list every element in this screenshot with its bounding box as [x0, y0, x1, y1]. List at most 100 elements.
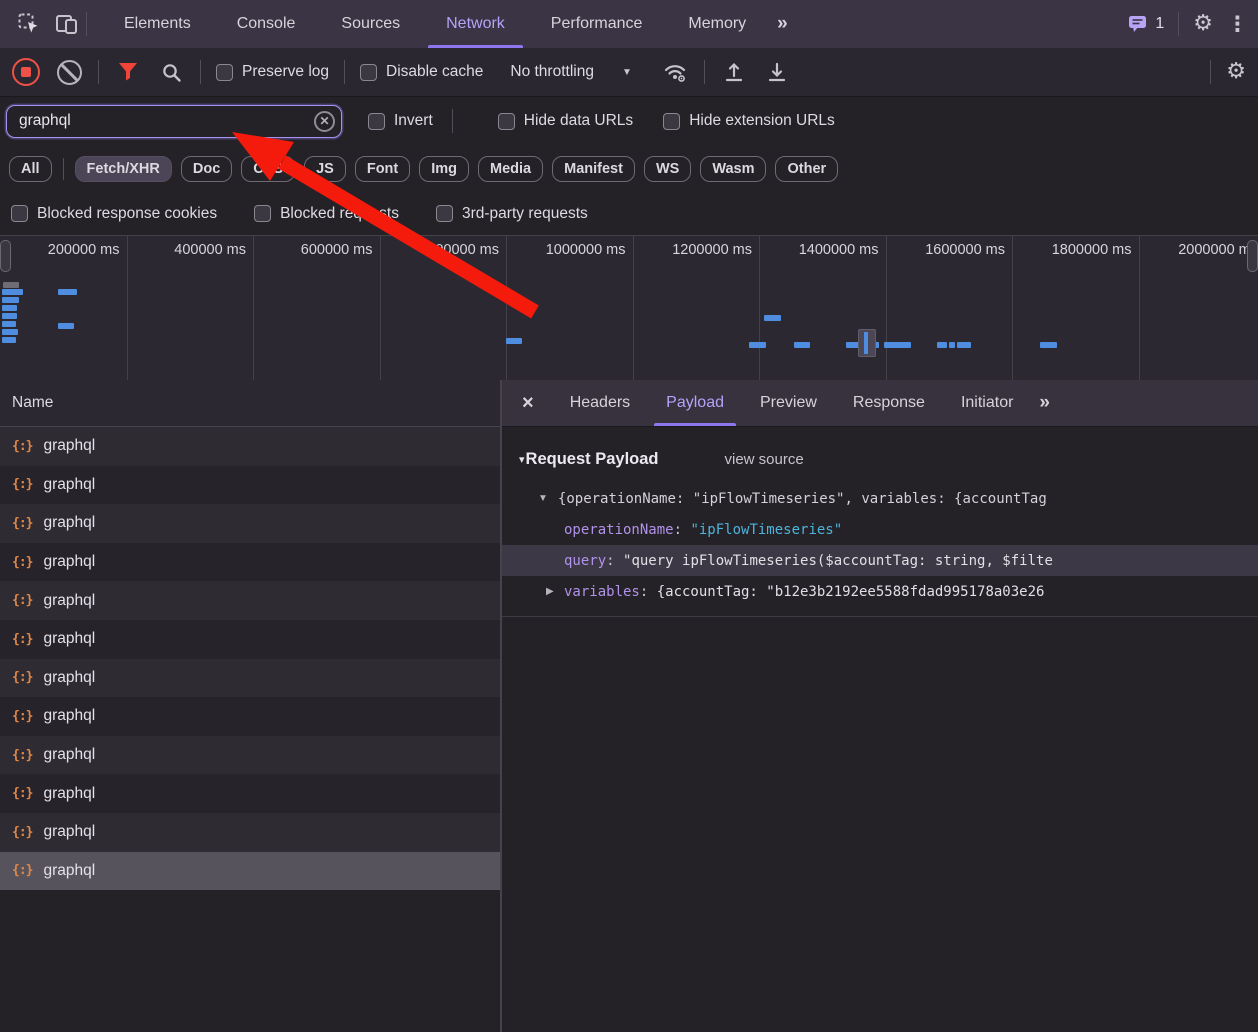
request-bar [2, 313, 17, 319]
payload-row-query[interactable]: query: "query ipFlowTimeseries($accountT… [502, 545, 1258, 576]
panel-tab-console[interactable]: Console [214, 0, 319, 48]
blocked-requests-label: Blocked requests [280, 205, 399, 223]
type-filter-font[interactable]: Font [355, 156, 410, 182]
timeline-left-handle[interactable] [0, 240, 11, 272]
payload-row-variables[interactable]: ▶variables: {accountTag: "b12e3b2192ee55… [502, 576, 1258, 607]
table-row[interactable]: {:}graphql [0, 581, 500, 620]
tab-preview[interactable]: Preview [742, 380, 835, 426]
panel-tab-elements[interactable]: Elements [101, 0, 214, 48]
throttling-select[interactable]: No throttling ▼ [510, 63, 631, 81]
device-toolbar-icon[interactable] [50, 7, 84, 41]
type-filter-img[interactable]: Img [419, 156, 469, 182]
request-name: graphql [43, 823, 95, 841]
blocked-requests-checkbox[interactable]: Blocked requests [254, 205, 399, 223]
type-filter-all[interactable]: All [9, 156, 52, 182]
payload-key: operationName [564, 522, 674, 538]
type-filter-manifest[interactable]: Manifest [552, 156, 635, 182]
table-row[interactable]: {:}graphql [0, 543, 500, 582]
type-filter-ws[interactable]: WS [644, 156, 691, 182]
clear-network-log-button[interactable] [55, 58, 83, 86]
more-detail-tabs-icon[interactable]: » [1031, 392, 1057, 414]
table-row[interactable]: {:}graphql [0, 620, 500, 659]
timeline-right-handle[interactable] [1247, 240, 1258, 272]
preserve-log-checkbox[interactable]: Preserve log [216, 63, 329, 81]
tab-payload[interactable]: Payload [648, 380, 742, 426]
import-har-icon[interactable] [720, 58, 748, 86]
panel-tab-performance[interactable]: Performance [528, 0, 666, 48]
tab-headers[interactable]: Headers [552, 380, 648, 426]
inspect-element-icon[interactable] [12, 7, 46, 41]
json-request-icon: {:} [12, 477, 32, 492]
type-filter-media[interactable]: Media [478, 156, 543, 182]
devtools-main-tabbar: ElementsConsoleSourcesNetworkPerformance… [0, 0, 1258, 49]
disable-cache-label: Disable cache [386, 63, 483, 81]
expand-triangle-icon[interactable]: ▶ [546, 586, 554, 597]
more-panels-icon[interactable]: » [769, 13, 795, 35]
hide-extension-urls-checkbox[interactable]: Hide extension URLs [663, 112, 835, 130]
filter-funnel-icon[interactable] [114, 58, 142, 86]
clear-filter-icon[interactable]: ✕ [314, 111, 335, 132]
payload-root-node[interactable]: ▼ {operationName: "ipFlowTimeseries", va… [502, 483, 1258, 514]
resource-type-filters: All Fetch/XHR Doc CSS JS Font Img Media Manifest… [0, 146, 1258, 192]
column-header-name[interactable]: Name [0, 380, 500, 427]
export-har-icon[interactable] [763, 58, 791, 86]
type-filter-doc[interactable]: Doc [181, 156, 232, 182]
3rd-party-requests-checkbox[interactable]: 3rd-party requests [436, 205, 588, 223]
close-details-icon[interactable]: × [522, 392, 534, 415]
network-settings-gear-icon[interactable]: ⚙ [1226, 61, 1246, 83]
filter-input[interactable] [17, 111, 309, 131]
settings-gear-icon[interactable]: ⚙ [1193, 13, 1213, 35]
table-row[interactable]: {:}graphql [0, 813, 500, 852]
request-bar [937, 342, 947, 348]
request-payload-section-header[interactable]: ▾ Request Payload view source [502, 444, 1258, 474]
network-overview-timeline[interactable]: 200000 ms400000 ms600000 ms800000 ms1000… [0, 235, 1258, 381]
panel-tab-sources[interactable]: Sources [318, 0, 423, 48]
timeline-column: 1200000 ms [633, 236, 761, 380]
request-bar [58, 323, 74, 329]
payload-value: "query ipFlowTimeseries($accountTag: str… [623, 553, 1053, 569]
request-bar [1040, 342, 1057, 348]
type-filter-js[interactable]: JS [304, 156, 346, 182]
requests-main-area: Name {:}graphql{:}graphql{:}graphql{:}gr… [0, 380, 1258, 1032]
request-bar [949, 342, 955, 348]
name-header-label: Name [12, 394, 53, 412]
table-row[interactable]: {:}graphql [0, 466, 500, 505]
panel-tab-network[interactable]: Network [423, 0, 528, 48]
request-bar [884, 342, 911, 348]
type-filter-fetch-xhr[interactable]: Fetch/XHR [75, 156, 172, 182]
network-conditions-icon[interactable] [661, 58, 689, 86]
request-bar [764, 315, 781, 321]
hide-extension-urls-label: Hide extension URLs [689, 112, 835, 130]
hide-data-urls-checkbox[interactable]: Hide data URLs [498, 112, 633, 130]
view-source-link[interactable]: view source [725, 451, 804, 468]
table-row[interactable]: {:}graphql [0, 852, 500, 891]
table-row[interactable]: {:}graphql [0, 504, 500, 543]
divider [704, 60, 705, 84]
disable-cache-checkbox[interactable]: Disable cache [360, 63, 483, 81]
tab-response[interactable]: Response [835, 380, 943, 426]
table-row[interactable]: {:}graphql [0, 659, 500, 698]
table-row[interactable]: {:}graphql [0, 427, 500, 466]
tab-initiator[interactable]: Initiator [943, 380, 1031, 426]
customize-menu-icon[interactable]: ⋮ [1227, 14, 1248, 35]
payload-key: query [564, 553, 606, 569]
invert-checkbox[interactable]: Invert [368, 112, 433, 130]
issues-button[interactable]: 1 [1128, 15, 1164, 33]
table-row[interactable]: {:}graphql [0, 774, 500, 813]
type-filter-other[interactable]: Other [775, 156, 838, 182]
colon: : [674, 522, 691, 538]
search-icon[interactable] [157, 58, 185, 86]
type-filter-wasm[interactable]: Wasm [700, 156, 766, 182]
record-network-log-button[interactable] [12, 58, 40, 86]
request-bar [794, 342, 810, 348]
table-row[interactable]: {:}graphql [0, 736, 500, 775]
payload-row-operationname[interactable]: operationName: "ipFlowTimeseries" [502, 514, 1258, 545]
type-filter-css[interactable]: CSS [241, 156, 295, 182]
request-bar [957, 342, 971, 348]
invert-label: Invert [394, 112, 433, 130]
blocked-response-cookies-checkbox[interactable]: Blocked response cookies [11, 205, 217, 223]
timeline-column: 800000 ms [380, 236, 508, 380]
table-row[interactable]: {:}graphql [0, 697, 500, 736]
timeline-column: 1000000 ms [506, 236, 634, 380]
panel-tab-memory[interactable]: Memory [665, 0, 769, 48]
